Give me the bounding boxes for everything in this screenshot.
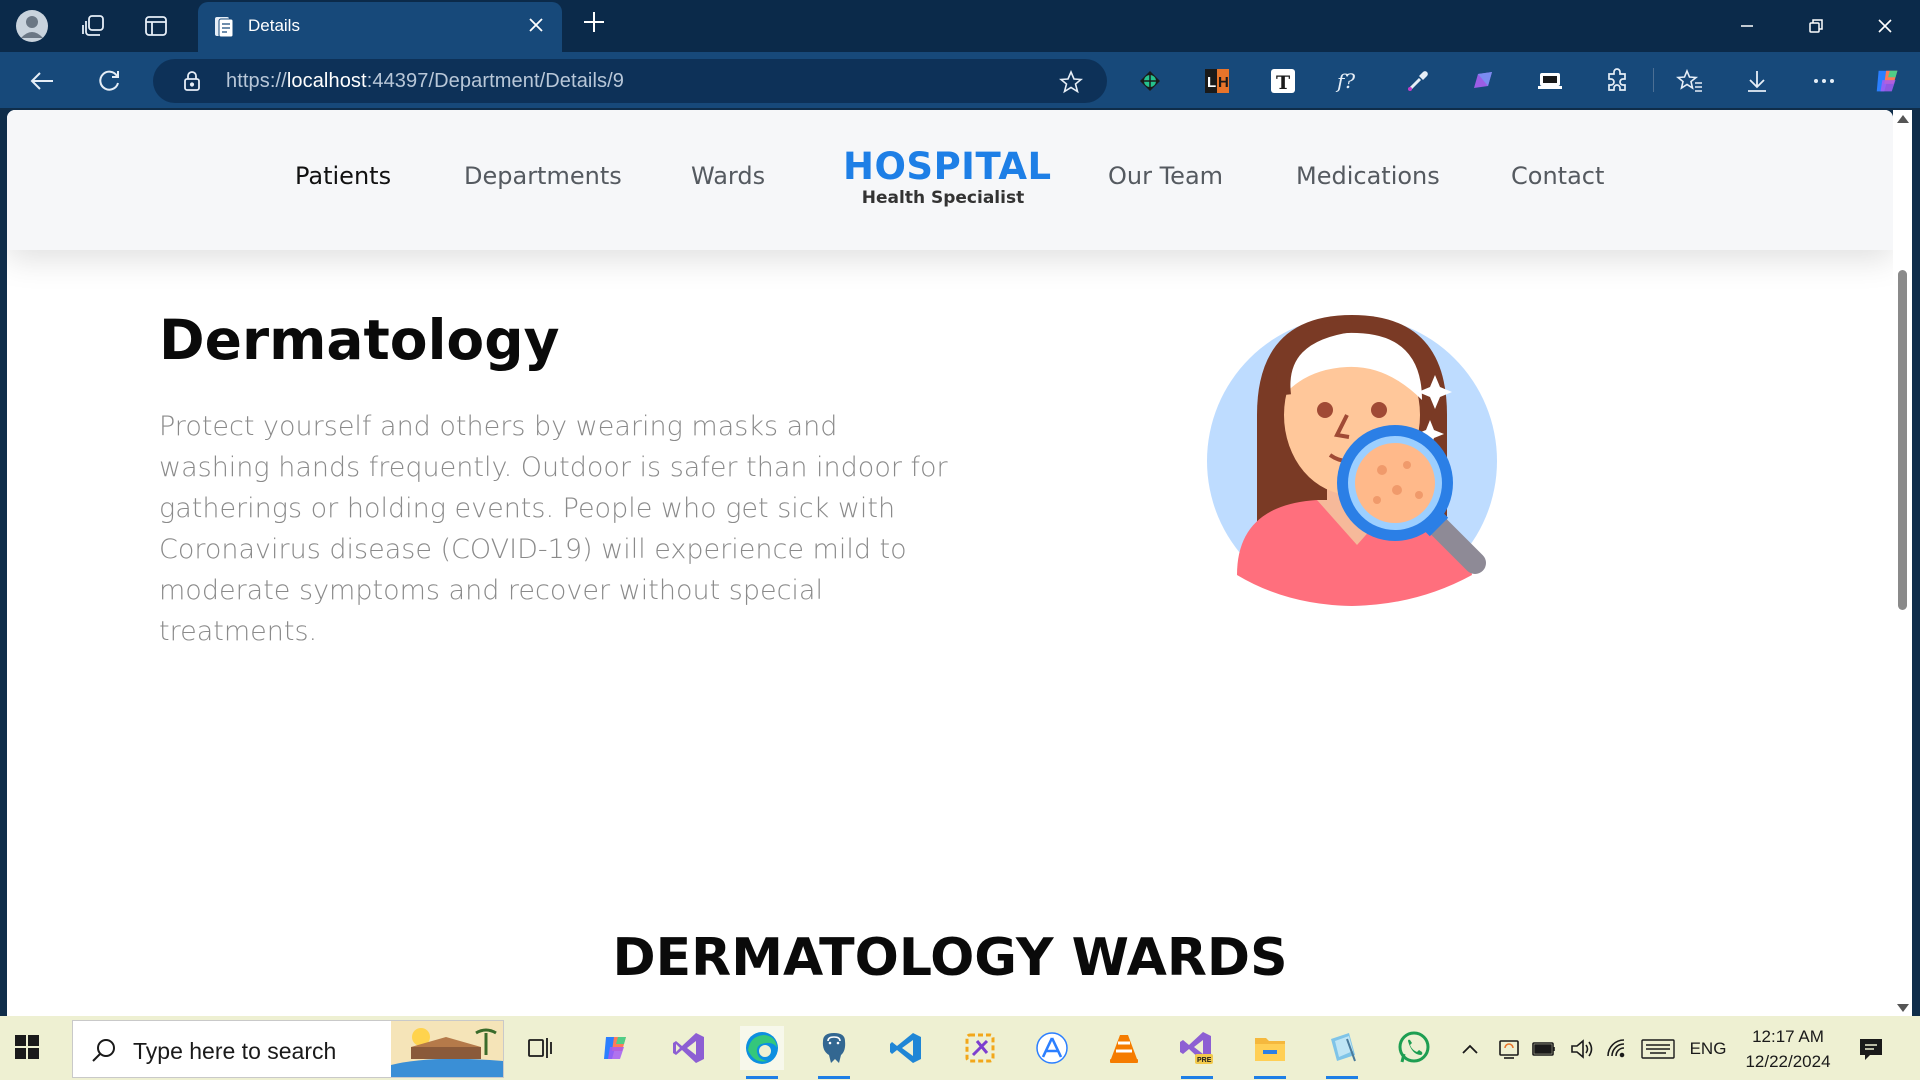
touch-keyboard-icon[interactable]: [1640, 1036, 1676, 1062]
text-ext-icon[interactable]: T: [1268, 66, 1298, 96]
vertical-tabs-icon[interactable]: [138, 8, 174, 44]
battery-icon[interactable]: [1530, 1036, 1558, 1062]
search-icon: [91, 1037, 117, 1063]
svg-text:PRE: PRE: [1197, 1057, 1212, 1064]
more-menu-icon[interactable]: [1809, 66, 1839, 96]
department-description: Protect yourself and others by wearing m…: [159, 411, 948, 647]
edge-browser-icon[interactable]: [740, 1026, 784, 1079]
show-hidden-icons-chevron-icon[interactable]: [1460, 1036, 1480, 1062]
svg-text:H: H: [1218, 74, 1229, 91]
close-tab-icon[interactable]: [524, 15, 548, 39]
url-scheme: https://: [226, 70, 287, 92]
nav-link-our-team[interactable]: Our Team: [1108, 162, 1223, 190]
minimize-icon[interactable]: [1724, 10, 1770, 42]
toolbar-separator: [1653, 68, 1654, 92]
formula-ext-icon[interactable]: f?: [1335, 66, 1365, 96]
wards-section-heading: DERMATOLOGY WARDS: [612, 928, 1288, 988]
clock-time: 12:17 AM: [1752, 1027, 1824, 1046]
snipping-tool-icon[interactable]: [958, 1026, 1002, 1070]
new-tab-icon[interactable]: [578, 10, 610, 42]
department-title: Dermatology: [159, 308, 560, 372]
postgresql-icon[interactable]: [812, 1026, 856, 1079]
color-palette-ext-icon[interactable]: [1135, 66, 1165, 96]
restore-icon[interactable]: [1793, 10, 1839, 42]
svg-text:L: L: [1207, 74, 1216, 91]
search-highlight-image: [391, 1021, 503, 1077]
color-picker-ext-icon[interactable]: [1403, 66, 1433, 96]
back-arrow-icon[interactable]: [23, 62, 61, 100]
active-tab[interactable]: Details: [198, 2, 562, 52]
page-scrollbar[interactable]: [1893, 110, 1912, 1016]
whatsapp-icon[interactable]: [1392, 1026, 1436, 1070]
file-explorer-icon[interactable]: [1248, 1026, 1292, 1079]
url-host: localhost: [286, 70, 367, 92]
network-sync-icon[interactable]: [1496, 1036, 1522, 1062]
task-view-icon[interactable]: [518, 1026, 562, 1070]
dermatology-illustration: [1197, 295, 1517, 615]
refresh-icon[interactable]: [90, 62, 128, 100]
lock-icon[interactable]: [181, 70, 203, 92]
nav-link-contact[interactable]: Contact: [1511, 162, 1604, 190]
visual-studio-preview-icon[interactable]: PRE: [1175, 1026, 1219, 1079]
brand-tagline: Health Specialist: [861, 188, 1025, 208]
volume-icon[interactable]: [1568, 1036, 1594, 1062]
extensions-puzzle-icon[interactable]: [1602, 66, 1632, 96]
favorites-icon[interactable]: [1675, 66, 1705, 96]
profile-avatar-icon[interactable]: [14, 8, 50, 44]
notifications-icon[interactable]: [1858, 1036, 1884, 1062]
close-window-icon[interactable]: [1862, 10, 1908, 42]
svg-text:T: T: [1276, 72, 1290, 94]
site-header: Patients Departments Wards HOSPITAL Heal…: [7, 110, 1893, 250]
favorite-star-icon[interactable]: [1058, 69, 1084, 94]
vscode-icon[interactable]: [884, 1026, 928, 1070]
search-placeholder: Type here to search: [133, 1038, 337, 1064]
url-path: :44397/Department/Details/9: [366, 70, 624, 92]
address-bar[interactable]: https://localhost:44397/Department/Detai…: [153, 59, 1107, 103]
browser-toolbar: https://localhost:44397/Department/Detai…: [0, 52, 1920, 108]
nav-link-wards[interactable]: Wards: [691, 162, 765, 190]
taskbar-clock[interactable]: 12:17 AM 12/22/2024: [1733, 1024, 1843, 1074]
pen-ext-icon[interactable]: [1468, 66, 1498, 96]
copilot-icon[interactable]: [1873, 66, 1903, 96]
nav-link-patients[interactable]: Patients: [295, 162, 391, 190]
app-store-icon[interactable]: [1030, 1026, 1074, 1070]
page-favicon-icon: [212, 15, 236, 39]
visual-studio-icon[interactable]: [667, 1026, 711, 1070]
clock-date: 12/22/2024: [1745, 1052, 1831, 1071]
screen-cast-ext-icon[interactable]: [1535, 66, 1565, 96]
notepad-icon[interactable]: [1320, 1026, 1364, 1079]
windows-taskbar: Type here to search PRE ENG 12:17 AM 12/…: [0, 1016, 1920, 1080]
scrollbar-thumb[interactable]: [1898, 270, 1907, 610]
wifi-icon[interactable]: [1604, 1036, 1630, 1062]
svg-text:f?: f?: [1335, 69, 1355, 93]
page-viewport: Patients Departments Wards HOSPITAL Heal…: [7, 110, 1893, 1016]
windows-start-icon[interactable]: [14, 1034, 58, 1064]
browser-tab-bar: Details: [0, 0, 1920, 52]
workspaces-icon[interactable]: [76, 8, 112, 44]
brand-name: HOSPITAL: [843, 145, 1052, 188]
tab-title: Details: [248, 16, 300, 35]
lighthouse-ext-icon[interactable]: LH: [1202, 66, 1232, 96]
taskbar-search-box[interactable]: Type here to search: [72, 1020, 504, 1078]
nav-link-departments[interactable]: Departments: [464, 162, 622, 190]
scroll-up-arrow-icon[interactable]: [1897, 115, 1909, 123]
site-brand[interactable]: HOSPITAL Health Specialist: [843, 145, 1052, 209]
vlc-player-icon[interactable]: [1102, 1026, 1146, 1070]
scroll-down-arrow-icon[interactable]: [1897, 1004, 1909, 1012]
downloads-icon[interactable]: [1742, 66, 1772, 96]
url-text[interactable]: https://localhost:44397/Department/Detai…: [226, 70, 624, 93]
copilot-app-icon[interactable]: [594, 1026, 638, 1070]
nav-link-medications[interactable]: Medications: [1296, 162, 1440, 190]
language-indicator[interactable]: ENG: [1686, 1036, 1730, 1062]
